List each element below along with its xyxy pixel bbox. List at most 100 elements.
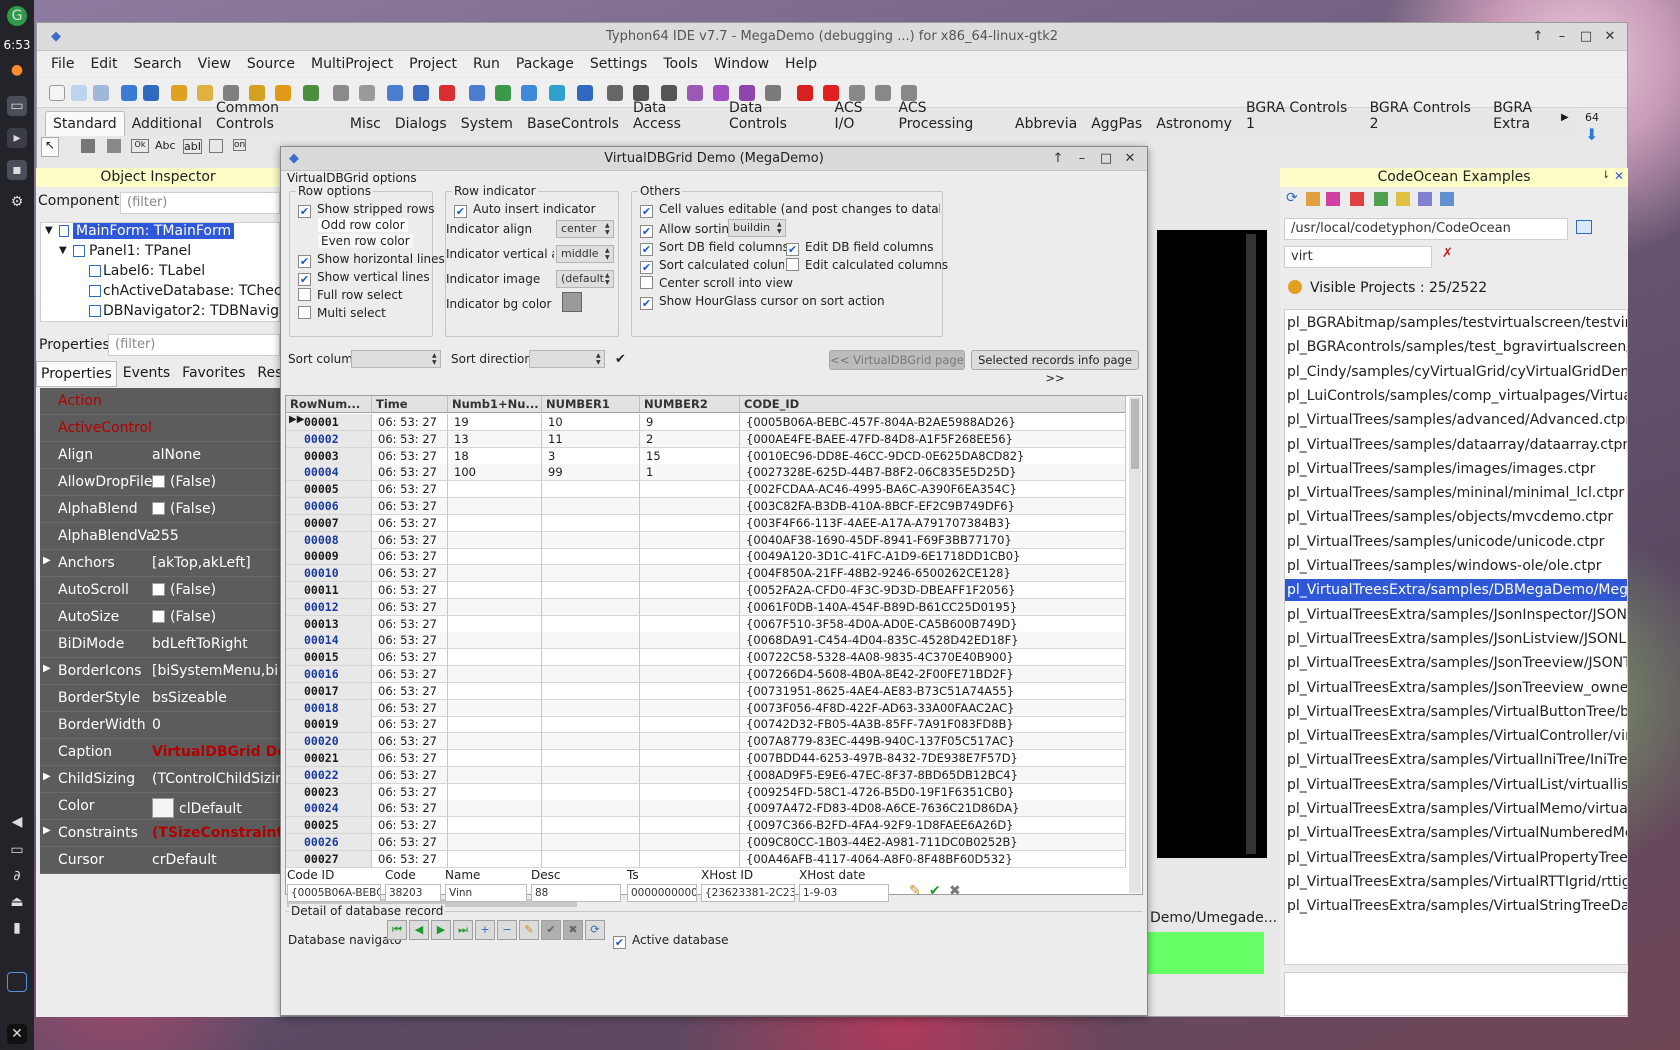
tab-basecontrols[interactable]: BaseControls (520, 112, 626, 136)
property-value[interactable]: (False) (152, 474, 216, 490)
table-cell[interactable] (448, 850, 542, 868)
property-row[interactable]: AutoScroll (False) (40, 577, 280, 604)
indicator-align-select[interactable]: center (556, 220, 614, 238)
next-page-button[interactable]: Selected records info page >> (971, 350, 1139, 385)
menu-edit[interactable]: Edit (82, 56, 125, 72)
prev-page-button[interactable]: << VirtualDBGrid page (829, 350, 965, 370)
table-row[interactable]: 00003 06: 53: 27 18 3 15 {0010EC96-DD8E-46CC-… (286, 447, 1126, 465)
maximize-icon[interactable]: □ (1575, 23, 1597, 51)
nav-first-icon[interactable]: ⏮ (387, 920, 407, 940)
table-cell[interactable]: {00742D32-FB05-4A3B-85FF-7A91F083FD8B} (740, 716, 1126, 734)
table-cell[interactable] (448, 481, 542, 499)
view-units-icon[interactable] (413, 85, 429, 101)
row-number-cell[interactable]: 00023 (286, 783, 372, 801)
table-cell[interactable] (640, 632, 740, 650)
sort-calculated-columns-checkbox[interactable]: ✔ Sort calculated column (640, 258, 784, 274)
cell-values-editable-checkbox[interactable]: ✔ Cell values editable (and post changes … (640, 202, 940, 218)
grid-column-header[interactable]: Numb1+Nu... (448, 396, 542, 413)
grid-column-header[interactable]: NUMBER2 (640, 396, 740, 413)
folder-icon[interactable] (1396, 192, 1410, 206)
new-unit-icon[interactable] (93, 85, 109, 101)
codeocean-list-item[interactable]: pl_VirtualTreesExtra/samples/JsonListvie… (1287, 628, 1627, 650)
nav-edit-icon[interactable]: ✎ (519, 920, 539, 940)
menu-source[interactable]: Source (239, 56, 303, 72)
codeocean-list-item[interactable]: pl_VirtualTrees/samples/unicode/unicode.… (1287, 531, 1604, 553)
editor-tab[interactable]: Demo/Umegade... (1150, 910, 1277, 926)
table-cell[interactable]: {004F850A-21FF-48B2-9246-6500262CE128} (740, 565, 1126, 583)
keep-above-icon[interactable]: ↑ (1527, 23, 1549, 51)
table-cell[interactable] (640, 850, 740, 868)
expand-icon[interactable]: ▶ (43, 663, 51, 674)
table-cell[interactable] (542, 598, 640, 616)
table-cell[interactable]: 06: 53: 27 (372, 548, 448, 566)
property-row[interactable]: ▶ Anchors [akTop,akLeft] (40, 550, 280, 577)
table-cell[interactable] (542, 632, 640, 650)
expand-icon[interactable]: ▶ (43, 825, 51, 836)
multi-select-checkbox[interactable]: Multi select (298, 306, 386, 320)
property-row[interactable]: BorderStyle bsSizeable (40, 685, 280, 712)
nav-last-icon[interactable]: ⏭ (453, 920, 473, 940)
row-number-cell[interactable]: 00021 (286, 750, 372, 767)
table-row[interactable]: 00017 06: 53: 27 {00731951-8625-4AE4-AE83-… (286, 682, 1126, 700)
table-row[interactable]: 00001 06: 53: 27 19 10 9 {0005B06A-BEBC-457F-… (286, 414, 1126, 431)
property-value[interactable]: (False) (152, 609, 216, 625)
tab-standard[interactable]: Standard (45, 111, 125, 136)
codeocean-list-item[interactable]: pl_BGRAbitmap/samples/testvirtualscreen/… (1287, 312, 1627, 334)
table-row[interactable]: 00021 06: 53: 27 {007BDD44-6253-497B-8432-… (286, 750, 1126, 767)
memo-comp-icon[interactable] (209, 139, 223, 153)
table-cell[interactable]: 06: 53: 27 (372, 750, 448, 767)
show-horizontal-lines-checkbox[interactable]: ✔ Show horizontal lines (298, 252, 445, 268)
battery-icon[interactable]: ▮ (7, 918, 27, 938)
row-number-cell[interactable]: 00015 (286, 649, 372, 667)
property-value[interactable]: crDefault (152, 852, 217, 868)
post-record-icon[interactable]: ✔ (929, 883, 941, 899)
table-cell[interactable]: 3 (542, 447, 640, 465)
table-cell[interactable] (448, 548, 542, 566)
tab-properties[interactable]: Properties (36, 361, 117, 387)
table-cell[interactable]: 18 (448, 447, 542, 465)
menu-project[interactable]: Project (401, 56, 465, 72)
table-cell[interactable] (542, 817, 640, 835)
tab-data-access[interactable]: Data Access (626, 96, 722, 136)
tab-acs-processing[interactable]: ACS Processing (892, 96, 1008, 136)
close-icon[interactable]: ✕ (1599, 23, 1621, 51)
table-cell[interactable]: {0052FA2A-CFD0-4F3C-9D3D-DBEAFF1F2056} (740, 582, 1126, 599)
x-icon[interactable]: ✕ (7, 1024, 27, 1044)
view-icon[interactable] (1418, 192, 1432, 206)
table-cell[interactable]: 1 (640, 464, 740, 482)
label-comp-icon[interactable]: Abc (155, 139, 176, 152)
table-cell[interactable] (640, 750, 740, 767)
table-cell[interactable]: 06: 53: 27 (372, 716, 448, 734)
palette-scroll-right-icon[interactable]: ▶ (1561, 112, 1569, 123)
property-value[interactable]: VirtualDBGrid Dem (152, 744, 301, 760)
table-cell[interactable] (640, 582, 740, 599)
table-cell[interactable] (542, 514, 640, 532)
cancel-record-icon[interactable]: ✖ (949, 883, 961, 899)
edit-db-field-columns-checkbox[interactable]: ✔ Edit DB field columns (786, 240, 933, 256)
table-cell[interactable]: 06: 53: 27 (372, 649, 448, 667)
table-cell[interactable]: 06: 53: 27 (372, 447, 448, 465)
detail-field-input[interactable]: {23623381-2C23-4I (701, 884, 795, 902)
codeocean-list-item[interactable]: pl_VirtualTreesExtra/samples/VirtualCont… (1287, 725, 1627, 747)
table-cell[interactable]: {00731951-8625-4AE4-AE83-B73C51A74A55} (740, 682, 1126, 700)
table-cell[interactable] (448, 750, 542, 767)
table-row[interactable]: 00022 06: 53: 27 {008AD9F5-E9E6-47EC-8F37-… (286, 766, 1126, 784)
open-recent-icon[interactable] (143, 85, 159, 101)
tree-item-dbnavigator2[interactable]: DBNavigator2: TDBNavigat (103, 303, 293, 319)
table-cell[interactable] (542, 565, 640, 583)
codeocean-list-item[interactable]: pl_Cindy/samples/cyVirtualGrid/cyVirtual… (1287, 361, 1627, 383)
detail-field-input[interactable]: 000000000000( (627, 884, 697, 902)
table-cell[interactable]: 06: 53: 27 (372, 666, 448, 683)
row-number-cell[interactable]: 00007 (286, 514, 372, 532)
table-cell[interactable] (448, 699, 542, 717)
nav-refresh-icon[interactable]: ⟳ (585, 920, 605, 940)
color-swatch[interactable] (152, 798, 174, 818)
table-cell[interactable] (542, 481, 640, 499)
row-number-cell[interactable]: 00004 (286, 464, 372, 482)
property-value[interactable]: 255 (152, 528, 179, 544)
indicator-bg-color-button[interactable] (562, 292, 582, 312)
table-cell[interactable] (640, 733, 740, 751)
codeocean-list-item[interactable]: pl_VirtualTreesExtra/samples/JsonTreevie… (1287, 677, 1627, 699)
table-cell[interactable] (640, 666, 740, 683)
codeocean-list-item[interactable]: pl_VirtualTreesExtra/samples/JsonTreevie… (1287, 652, 1627, 674)
